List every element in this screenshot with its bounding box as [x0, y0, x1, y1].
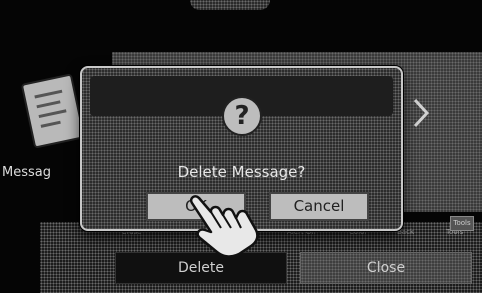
message-note-icon[interactable]	[20, 73, 86, 149]
question-icon: ?	[222, 96, 262, 136]
right-arrow-icon[interactable]	[412, 98, 430, 128]
close-button[interactable]: Close	[300, 252, 472, 284]
cancel-button[interactable]: Cancel	[269, 192, 369, 221]
dialog-message: Delete Message?	[177, 163, 306, 181]
top-glow	[190, 0, 270, 10]
tools-icon[interactable]: Tools	[450, 216, 474, 231]
hand-pointer-icon	[190, 195, 259, 258]
